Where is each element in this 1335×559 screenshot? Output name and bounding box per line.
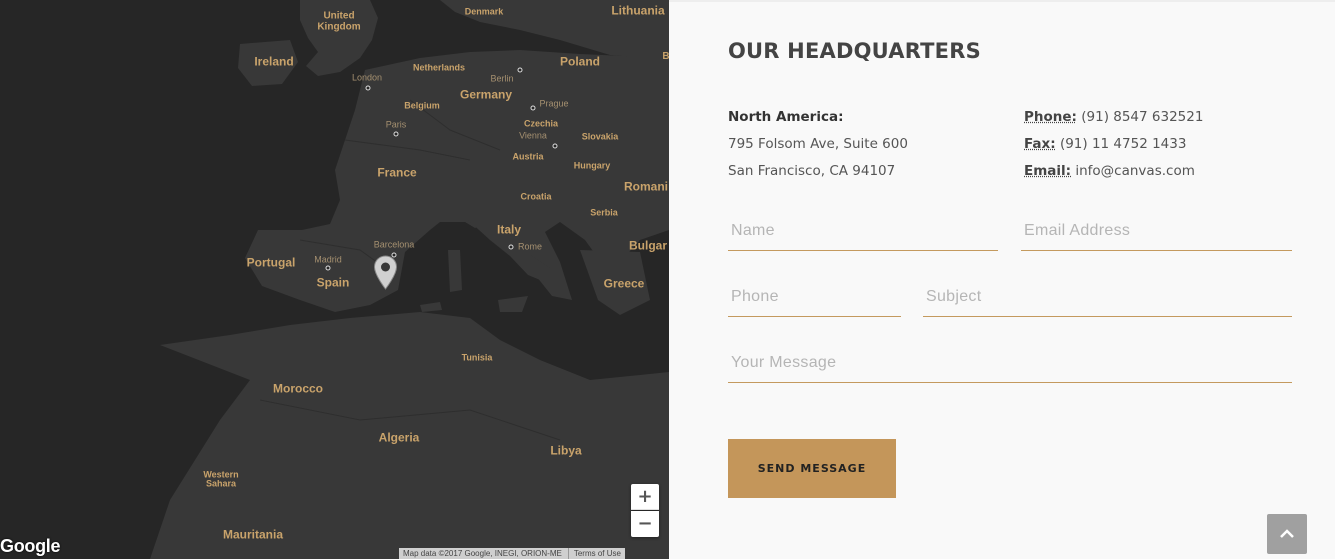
address-region: North America: [728,109,844,125]
city-label-rome: Rome [517,241,543,252]
map[interactable]: United Kingdom Ireland Denmark Lithuania… [0,0,669,559]
country-label-portugal: Portugal [246,255,296,270]
country-label-denmark: Denmark [464,6,504,17]
city-dot-rome [508,244,514,250]
city-dot-madrid [325,265,331,271]
city-dot-berlin [517,67,523,73]
country-label-spain: Spain [316,275,350,290]
zoom-in-button[interactable]: + [631,484,659,510]
terms-of-use-link[interactable]: Terms of Use [567,548,621,559]
country-label-algeria: Algeria [378,430,420,445]
country-label-greece: Greece [603,276,645,291]
fax-label: Fax: [1024,136,1056,152]
country-label-france: France [377,165,417,180]
country-label-serbia: Serbia [590,207,618,218]
city-dot-paris [393,131,399,137]
country-label-italy: Italy [496,222,522,237]
country-label-austria: Austria [512,151,544,162]
country-label-lithuania: Lithuania [611,3,665,18]
city-dot-london [365,85,371,91]
map-pin-icon[interactable] [373,255,398,291]
country-label-croatia: Croatia [520,191,552,202]
country-label-tunisia: Tunisia [461,352,493,363]
contact-details: Phone: (91) 8547 632521 Fax: (91) 11 475… [1024,104,1203,185]
contact-panel: OUR HEADQUARTERS North America: 795 Fols… [669,0,1335,559]
country-label-united-kingdom: United Kingdom [317,10,361,32]
map-attribution: Map data ©2017 Google, INEGI, ORION-ME T… [399,548,625,559]
phone-input[interactable]: Phone [728,277,901,317]
country-label-morocco: Morocco [272,381,324,396]
city-label-berlin: Berlin [490,73,514,84]
address-line-1: 795 Folsom Ave, Suite 600 [728,136,908,152]
google-logo[interactable]: Google [0,536,61,557]
country-label-czechia: Czechia [523,118,559,129]
country-label-slovakia: Slovakia [581,131,619,142]
address-block: North America: 795 Folsom Ave, Suite 600… [728,104,908,185]
fax-value: (91) 11 4752 1433 [1059,136,1187,152]
country-label-western-sahara: Western Sahara [203,469,239,489]
subject-input[interactable]: Subject [923,277,1292,317]
city-label-barcelona: Barcelona [373,239,415,250]
country-label-poland: Poland [559,54,601,69]
email-row: Email: info@canvas.com [1024,158,1203,185]
country-label-ireland: Ireland [254,54,294,69]
email-value[interactable]: info@canvas.com [1075,163,1195,179]
email-input[interactable]: Email Address [1021,211,1292,251]
city-label-london: London [351,72,383,83]
city-dot-prague [530,105,536,111]
scroll-to-top-button[interactable] [1267,514,1307,554]
country-label-mauritania: Mauritania [222,527,284,542]
country-label-belarus-partial: B [662,50,669,62]
country-label-germany: Germany [459,87,513,102]
phone-value: (91) 8547 632521 [1081,109,1204,125]
country-label-libya: Libya [550,443,582,458]
country-label-romania: Romani [623,179,669,194]
city-label-prague: Prague [539,98,569,109]
city-label-vienna: Vienna [519,130,547,141]
zoom-out-button[interactable]: − [631,511,659,537]
name-input[interactable]: Name [728,211,998,251]
country-label-bulgaria: Bulgar [628,238,668,253]
phone-row: Phone: (91) 8547 632521 [1024,104,1203,131]
message-textarea[interactable]: Your Message [728,343,1292,383]
phone-label: Phone: [1024,109,1077,125]
chevron-up-icon [1280,529,1294,538]
country-label-belgium: Belgium [404,100,440,111]
fax-row: Fax: (91) 11 4752 1433 [1024,131,1203,158]
map-data-credit: Map data ©2017 Google, INEGI, ORION-ME [403,549,562,558]
email-label: Email: [1024,163,1072,179]
city-label-paris: Paris [385,119,407,130]
send-message-button[interactable]: SEND MESSAGE [728,439,896,498]
country-label-netherlands: Netherlands [412,62,466,73]
city-label-madrid: Madrid [314,254,342,265]
page-title: OUR HEADQUARTERS [728,39,981,63]
city-dot-vienna [552,143,558,149]
address-line-2: San Francisco, CA 94107 [728,163,896,179]
country-label-hungary: Hungary [573,160,611,171]
